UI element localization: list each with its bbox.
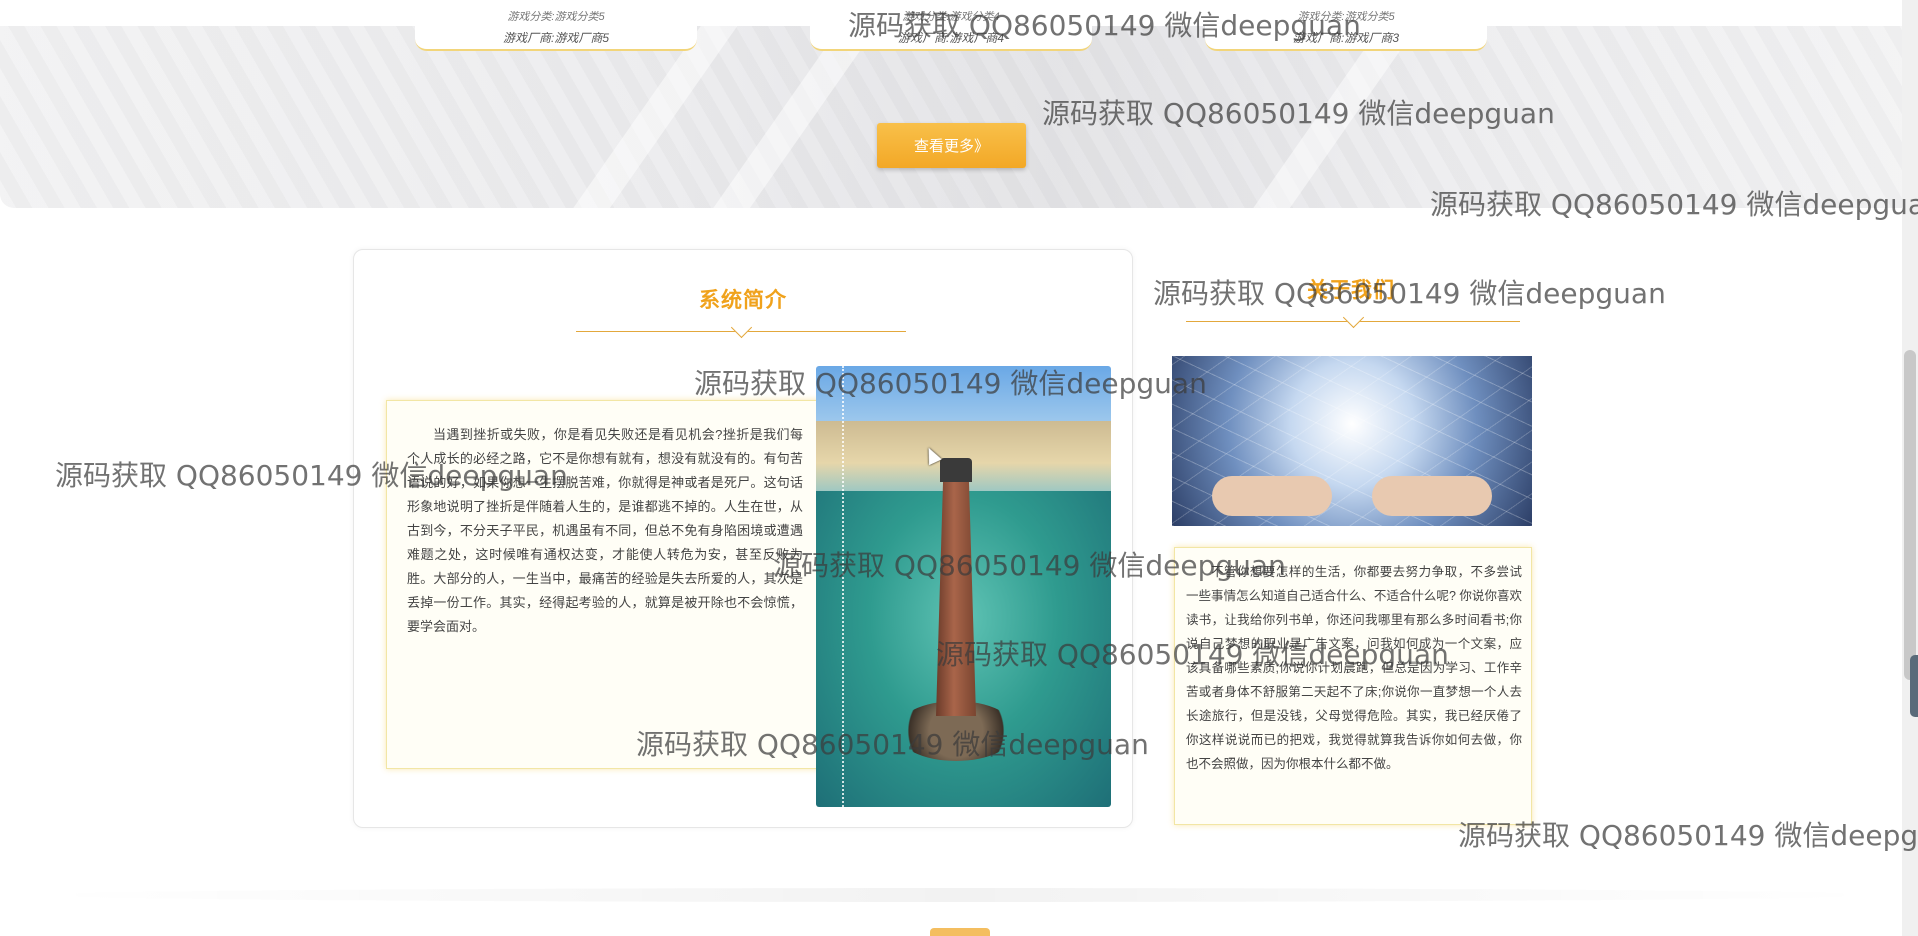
chevron-down-icon bbox=[1342, 306, 1365, 329]
scrollbar-thumb[interactable] bbox=[1904, 350, 1916, 680]
side-float-tab[interactable] bbox=[1910, 655, 1918, 717]
game-card[interactable]: 游戏分类:游戏分类5 游戏厂商:游戏厂商3 bbox=[1205, 11, 1487, 51]
section-shadow bbox=[40, 888, 1880, 902]
about-us-image bbox=[1172, 356, 1532, 526]
game-card[interactable]: 游戏分类:游戏分类4 游戏厂商:游戏厂商4 bbox=[810, 11, 1092, 51]
game-banner bbox=[0, 26, 1918, 208]
view-more-button[interactable]: 查看更多》 bbox=[877, 123, 1026, 168]
game-category: 游戏分类:游戏分类5 bbox=[1297, 11, 1395, 23]
game-vendor: 游戏厂商:游戏厂商3 bbox=[1292, 31, 1399, 45]
game-vendor: 游戏厂商:游戏厂商5 bbox=[502, 31, 609, 45]
system-intro-title: 系统简介 bbox=[699, 289, 787, 312]
system-intro-text: 当遇到挫折或失败，你是看见失败还是看见机会?挫折是我们每个人成长的必经之路，它不… bbox=[407, 427, 803, 634]
system-intro-text-box: 当遇到挫折或失败，你是看见失败还是看见机会?挫折是我们每个人成长的必经之路，它不… bbox=[386, 400, 843, 769]
about-us-text-box: 不管你想要怎样的生活，你都要去努力争取，不多尝试一些事情怎么知道自己适合什么、不… bbox=[1174, 547, 1532, 825]
light-beam bbox=[1210, 26, 1420, 208]
light-beam bbox=[530, 26, 740, 208]
lighthouse-image bbox=[816, 366, 1111, 807]
game-category: 游戏分类:游戏分类5 bbox=[507, 11, 605, 23]
next-section-title bbox=[930, 928, 990, 936]
game-card[interactable]: 游戏分类:游戏分类5 游戏厂商:游戏厂商5 bbox=[415, 11, 697, 51]
game-vendor: 游戏厂商:游戏厂商4 bbox=[897, 31, 1004, 45]
about-us-title: 关于我们 bbox=[1307, 279, 1395, 302]
game-category: 游戏分类:游戏分类4 bbox=[902, 11, 1000, 23]
about-us-text: 不管你想要怎样的生活，你都要去努力争取，不多尝试一些事情怎么知道自己适合什么、不… bbox=[1186, 565, 1522, 771]
